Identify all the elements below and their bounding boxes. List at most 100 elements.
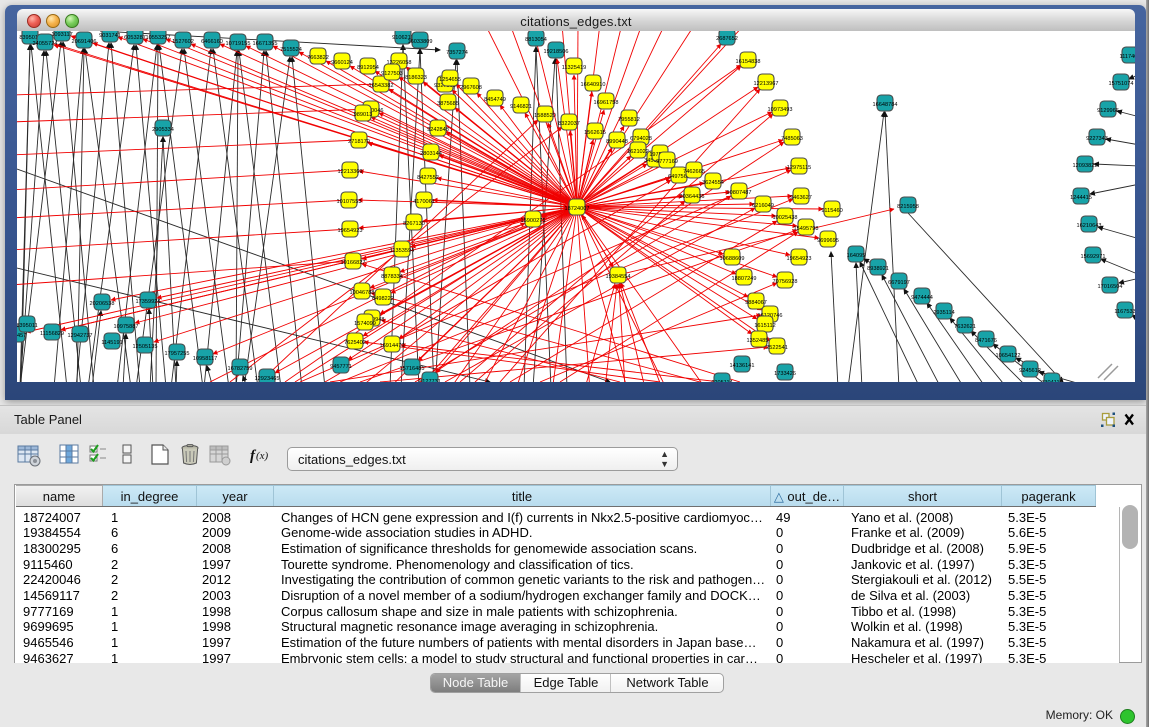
svg-text:8267130: 8267130	[403, 221, 425, 227]
svg-text:9115460: 9115460	[821, 208, 842, 214]
svg-text:10807487: 10807487	[727, 190, 752, 196]
svg-text:16210643: 16210643	[1077, 223, 1102, 229]
svg-text:6679197: 6679197	[888, 280, 910, 286]
svg-text:17957255: 17957255	[165, 351, 190, 357]
svg-text:8127731: 8127731	[419, 379, 441, 382]
svg-text:9884067: 9884067	[745, 300, 767, 306]
svg-text:1145191: 1145191	[101, 340, 122, 346]
svg-text:1167533: 1167533	[1114, 309, 1135, 315]
svg-text:6498222: 6498222	[372, 296, 394, 302]
svg-text:2967608: 2967608	[460, 85, 482, 91]
svg-text:9660124: 9660124	[331, 60, 353, 66]
svg-text:1621022: 1621022	[627, 149, 649, 155]
svg-text:1562615: 1562615	[584, 130, 606, 136]
svg-text:9463627: 9463627	[790, 195, 812, 201]
svg-text:19166827: 19166827	[341, 260, 366, 266]
svg-text:2687652: 2687652	[716, 36, 738, 42]
svg-text:1093117: 1093117	[51, 32, 72, 38]
svg-text:24055724: 24055724	[33, 41, 58, 47]
svg-text:12213369: 12213369	[338, 169, 363, 175]
svg-text:1117403: 1117403	[1120, 54, 1135, 60]
svg-text:19654923: 19654923	[338, 228, 363, 234]
svg-text:7515524: 7515524	[280, 47, 302, 53]
svg-text:15751074: 15751074	[1109, 81, 1134, 87]
svg-text:989013: 989013	[354, 112, 373, 118]
svg-text:8454749: 8454749	[484, 97, 506, 103]
svg-text:1733426: 1733426	[774, 371, 796, 377]
svg-text:8215958: 8215958	[897, 204, 919, 210]
svg-text:12942737: 12942737	[68, 333, 93, 339]
svg-text:8427552: 8427552	[417, 175, 439, 181]
svg-text:7625402: 7625402	[344, 340, 366, 346]
svg-text:7485063: 7485063	[781, 136, 803, 142]
svg-text:9127503: 9127503	[381, 71, 403, 77]
svg-text:1527602: 1527602	[172, 39, 194, 45]
svg-text:12093822: 12093822	[1073, 163, 1098, 169]
svg-text:6466160: 6466160	[201, 39, 223, 45]
svg-text:4170061: 4170061	[413, 199, 435, 205]
svg-text:9205114: 9205114	[711, 380, 732, 382]
svg-text:19218506: 19218506	[544, 49, 569, 55]
svg-text:10654122: 10654122	[996, 353, 1021, 359]
svg-text:2935114: 2935114	[933, 310, 954, 316]
svg-text:10046788: 10046788	[350, 290, 375, 296]
svg-text:10958117: 10958117	[193, 356, 217, 362]
svg-text:7357274: 7357274	[446, 50, 468, 56]
svg-text:11325419: 11325419	[562, 65, 586, 71]
svg-text:3875685: 3875685	[437, 101, 459, 107]
svg-text:18807249: 18807249	[732, 276, 757, 282]
svg-text:9245612: 9245612	[1019, 368, 1041, 374]
svg-text:9146821: 9146821	[510, 104, 532, 110]
svg-text:8471676: 8471676	[975, 338, 997, 344]
svg-text:11353594: 11353594	[390, 248, 414, 254]
svg-text:16961758: 16961758	[594, 100, 619, 106]
svg-text:2905334: 2905334	[152, 127, 174, 133]
svg-text:16154838: 16154838	[736, 59, 761, 65]
svg-text:20206538: 20206538	[90, 301, 115, 307]
svg-text:7462665: 7462665	[683, 169, 705, 175]
svg-text:16671355: 16671355	[253, 41, 278, 47]
svg-text:20691406: 20691406	[72, 39, 97, 45]
svg-text:6053287: 6053287	[124, 35, 146, 41]
svg-text:70756928: 70756928	[773, 279, 798, 285]
svg-text:12505135: 12505135	[133, 344, 158, 350]
svg-text:1574099: 1574099	[354, 321, 376, 327]
svg-text:12923465: 12923465	[255, 376, 280, 382]
svg-text:15900275: 15900275	[521, 218, 546, 224]
svg-text:10107553: 10107553	[337, 199, 362, 205]
svg-text:8938921: 8938921	[867, 266, 889, 272]
svg-text:9777169: 9777169	[656, 159, 678, 165]
svg-text:8813054: 8813054	[525, 37, 547, 43]
svg-text:15495798: 15495798	[794, 226, 819, 232]
svg-text:1244415: 1244415	[1070, 195, 1092, 201]
svg-text:16640910: 16640910	[581, 82, 606, 88]
svg-text:15716485: 15716485	[400, 366, 425, 372]
svg-text:16914479: 16914479	[380, 343, 405, 349]
svg-text:16543382: 16543382	[369, 83, 394, 89]
svg-text:10688609: 10688609	[720, 256, 745, 262]
svg-text:8186323: 8186323	[405, 75, 427, 81]
svg-text:19654923: 19654923	[787, 256, 812, 262]
svg-text:12975115: 12975115	[787, 165, 811, 171]
svg-text:9474444: 9474444	[911, 295, 933, 301]
svg-text:11156829: 11156829	[40, 331, 64, 337]
svg-text:6216049: 6216049	[752, 203, 774, 209]
svg-text:17016504: 17016504	[1098, 284, 1123, 290]
svg-text:9129966: 9129966	[1097, 108, 1119, 114]
svg-text:9457771: 9457771	[330, 364, 352, 370]
svg-text:19384554: 19384554	[606, 274, 631, 280]
svg-text:8878334: 8878334	[381, 274, 403, 280]
svg-text:10553257: 10553257	[146, 35, 171, 41]
svg-text:9227343: 9227343	[1086, 136, 1108, 142]
svg-text:8322037: 8322037	[558, 121, 580, 127]
svg-text:391457: 391457	[17, 333, 26, 339]
svg-text:16033809: 16033809	[408, 39, 433, 45]
svg-text:1588520: 1588520	[534, 113, 556, 119]
svg-text:18724007: 18724007	[565, 206, 590, 212]
svg-text:13524851: 13524851	[747, 338, 772, 344]
svg-text:8990448: 8990448	[606, 139, 628, 145]
svg-text:16782759: 16782759	[228, 366, 253, 372]
svg-text:17359924: 17359924	[136, 299, 161, 305]
svg-text:2803144: 2803144	[420, 151, 442, 157]
svg-text:1254655: 1254655	[439, 77, 461, 83]
